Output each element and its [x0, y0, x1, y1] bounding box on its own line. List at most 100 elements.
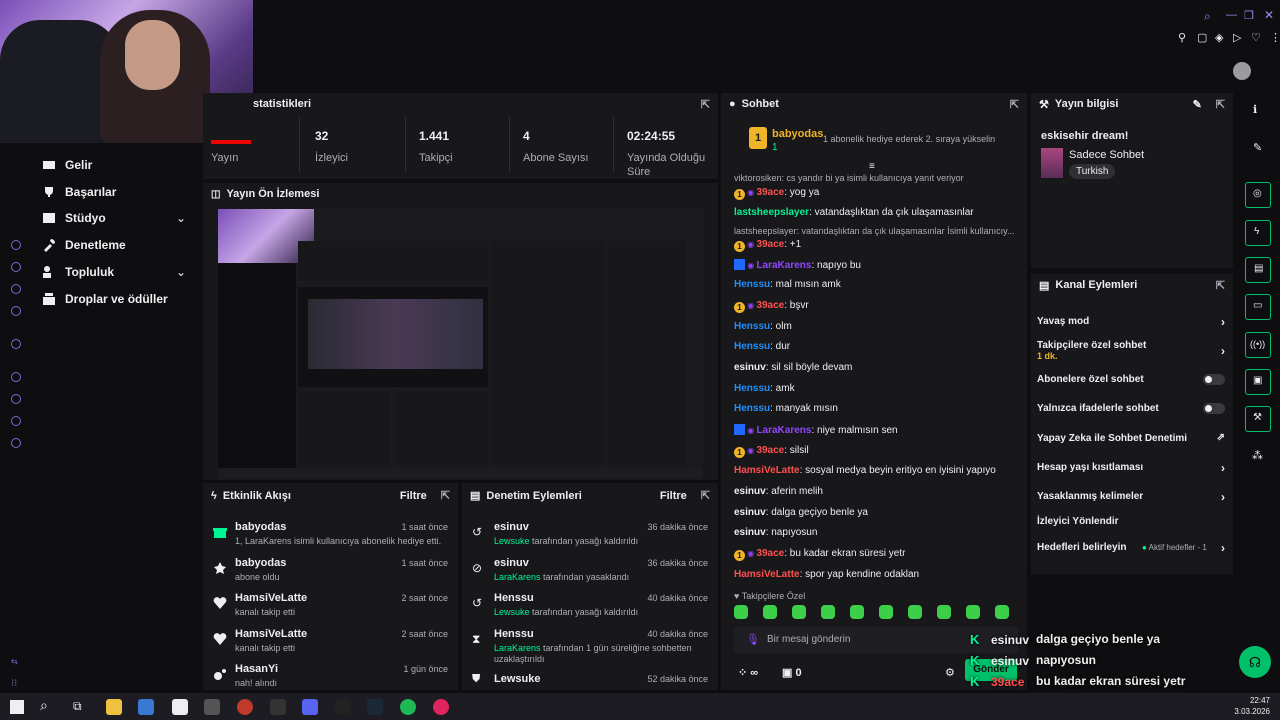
chat-username[interactable]: lastsheepslayer — [734, 207, 809, 218]
action-ai-moderation[interactable]: Yapay Zeka ile Sohbet Denetimi ⇗ — [1037, 432, 1225, 444]
activity-item[interactable]: babyodas 1 saat önce 1, LaraKarens isimli… — [213, 521, 448, 555]
popout-icon[interactable]: ⇱ — [1216, 98, 1225, 111]
mod-item[interactable]: ⧗ Henssu 40 dakika önce LaraKarens tarafı… — [472, 628, 708, 664]
bookmark-icon[interactable]: ▢ — [1197, 31, 1207, 44]
minimize-icon[interactable]: — — [1226, 9, 1237, 21]
chat-reply-context[interactable]: lastsheepslayer: vatandaşlıktan da çık u… — [734, 226, 1024, 236]
rail-button-chat[interactable]: ▭ — [1245, 294, 1271, 320]
chat-message[interactable]: ◉ LaraKarens: niye malmısın sen — [734, 424, 1024, 436]
collapse-icon[interactable]: ≡ — [869, 161, 875, 172]
opera-icon[interactable] — [433, 699, 449, 715]
rail-button-notes[interactable]: ▤ — [1245, 257, 1271, 283]
action-goals[interactable]: Hedefleri belirleyin ● Aktif hedefler - … — [1037, 541, 1225, 555]
side-icon[interactable] — [11, 416, 21, 426]
chat-message[interactable]: Henssu: amk — [734, 383, 1024, 394]
epic-games-icon[interactable] — [335, 699, 351, 715]
rail-button-mod[interactable]: ⚒ — [1245, 406, 1271, 432]
activity-item[interactable]: HamsiVeLatte 2 saat önce kanalı takip ett… — [213, 628, 448, 662]
activity-item[interactable]: HamsiVeLatte 2 saat önce kanalı takip ett… — [213, 592, 448, 626]
nav-item-denetleme[interactable]: Denetleme — [42, 238, 126, 252]
chevron-down-icon[interactable]: ⌄ — [176, 211, 186, 225]
side-icon[interactable] — [11, 438, 21, 448]
activity-item[interactable]: babyodas 1 saat önce abone oldu — [213, 557, 448, 591]
chat-username[interactable]: 39ace — [756, 300, 784, 311]
pinned-user[interactable]: babyodas — [772, 128, 823, 140]
close-icon[interactable]: ✕ — [1264, 8, 1274, 22]
nav-item-droplar[interactable]: Droplar ve ödüller — [42, 292, 168, 306]
preview-video[interactable] — [218, 209, 703, 479]
filter-button[interactable]: Filtre — [400, 490, 427, 502]
chat-message[interactable]: HamsiVeLatte: sosyal medya beyin eritiyo… — [734, 465, 1024, 476]
chat-message[interactable]: HamsiVeLatte: spor yap kendine odaklan — [734, 569, 1024, 580]
spotify-icon[interactable] — [400, 699, 416, 715]
nav-item-basarilar[interactable]: Başarılar — [42, 185, 116, 199]
popout-icon[interactable]: ⇱ — [1010, 98, 1019, 111]
chrome-icon[interactable] — [237, 699, 253, 715]
chat-message[interactable]: Henssu: dur — [734, 341, 1024, 352]
chat-username[interactable]: HamsiVeLatte — [734, 465, 800, 476]
emote-icon[interactable] — [792, 605, 806, 619]
mod-item[interactable]: ⊘ esinuv 36 dakika önce LaraKarens tarafı… — [472, 557, 708, 591]
action-slow-mode[interactable]: Yavaş mod › — [1037, 315, 1225, 329]
popout-icon[interactable]: ⇱ — [441, 489, 450, 502]
search-icon[interactable]: ⌕ — [1204, 9, 1211, 24]
chat-message[interactable]: 1 ◉ 39ace: bu kadar ekran süresi yetr — [734, 548, 1024, 561]
nav-item-studyo[interactable]: Stüdyo — [42, 211, 106, 225]
chat-message[interactable]: Henssu: olm — [734, 321, 1024, 332]
microphone-icon[interactable]: 🎙︎ — [746, 633, 760, 646]
settings-icon[interactable]: ⚙ — [945, 666, 955, 679]
side-icon[interactable] — [11, 262, 21, 272]
restore-icon[interactable]: ❐ — [1244, 9, 1254, 22]
emote-icon[interactable] — [966, 605, 980, 619]
chat-message[interactable]: esinuv: napıyosun — [734, 527, 1024, 538]
monitor-icon[interactable] — [138, 699, 154, 715]
chat-username[interactable]: Henssu — [734, 383, 770, 394]
pin-icon[interactable]: ⚲ — [1178, 31, 1186, 44]
grid-icon[interactable]: ⁝⁝ — [11, 678, 17, 689]
task-view-icon[interactable]: ⧉ — [73, 699, 82, 714]
popout-icon[interactable]: ⇱ — [701, 489, 710, 502]
subs-only-toggle[interactable] — [1203, 374, 1225, 385]
category-name[interactable]: Sadece Sohbet — [1069, 149, 1144, 161]
search-icon[interactable]: ⌕ — [40, 697, 48, 714]
document-icon[interactable] — [172, 699, 188, 715]
file-explorer-icon[interactable] — [106, 699, 122, 715]
chat-username[interactable]: 39ace — [756, 445, 784, 456]
chat-message[interactable]: lastsheepslayer: vatandaşlıktan da çık u… — [734, 207, 1024, 218]
app-icon[interactable] — [204, 699, 220, 715]
side-icon[interactable] — [11, 240, 21, 250]
chat-message[interactable]: Henssu: manyak mısın — [734, 403, 1024, 414]
chat-message[interactable]: 1 ◉ 39ace: +1 — [734, 239, 1024, 252]
rail-button-ads[interactable]: ▣ — [1245, 369, 1271, 395]
heart-icon[interactable]: ♡ — [1251, 31, 1261, 44]
steam-icon[interactable] — [367, 699, 383, 715]
info-icon[interactable]: ℹ — [1253, 103, 1257, 116]
chat-username[interactable]: esinuv — [734, 507, 766, 518]
side-icon[interactable] — [11, 339, 21, 349]
action-followers-only[interactable]: Takipçilere özel sohbet › 1 dk. — [1037, 340, 1225, 361]
emote-icon[interactable] — [937, 605, 951, 619]
more-icon[interactable]: ⋮ — [1270, 31, 1280, 44]
mod-item[interactable]: ↺ Henssu 40 dakika önce Lewsuke tarafında… — [472, 592, 708, 626]
chat-reply-context[interactable]: viktorosiken: cs yandır bi ya isimli kul… — [734, 173, 1024, 183]
chat-message[interactable]: esinuv: dalga geçiyo benle ya — [734, 507, 1024, 518]
nav-item-topluluk[interactable]: Topluluk — [42, 265, 114, 279]
category-thumbnail[interactable] — [1041, 148, 1063, 178]
pencil-icon[interactable]: ✎ — [1253, 141, 1262, 154]
emote-icon[interactable] — [821, 605, 835, 619]
side-icon[interactable] — [11, 394, 21, 404]
chat-message[interactable]: esinuv: aferin melih — [734, 486, 1024, 497]
rail-button-boost[interactable]: ϟ — [1245, 220, 1271, 246]
start-icon[interactable] — [10, 700, 24, 714]
edit-icon[interactable]: ✎ — [1193, 98, 1202, 111]
chat-message[interactable]: 1 ◉ 39ace: bşvr — [734, 300, 1024, 313]
mod-item[interactable]: ↺ esinuv 36 dakika önce Lewsuke tarafında… — [472, 521, 708, 555]
action-account-age[interactable]: Hesap yaşı kısıtlaması › — [1037, 461, 1225, 475]
chat-username[interactable]: esinuv — [734, 486, 766, 497]
points-icon[interactable]: ⁂ — [1252, 449, 1263, 462]
emote-only-toggle[interactable] — [1203, 403, 1225, 414]
action-subs-only[interactable]: Abonelere özel sohbet — [1037, 374, 1225, 385]
app-icon[interactable] — [270, 699, 286, 715]
emote-icon[interactable] — [879, 605, 893, 619]
avatar[interactable] — [1233, 62, 1251, 80]
